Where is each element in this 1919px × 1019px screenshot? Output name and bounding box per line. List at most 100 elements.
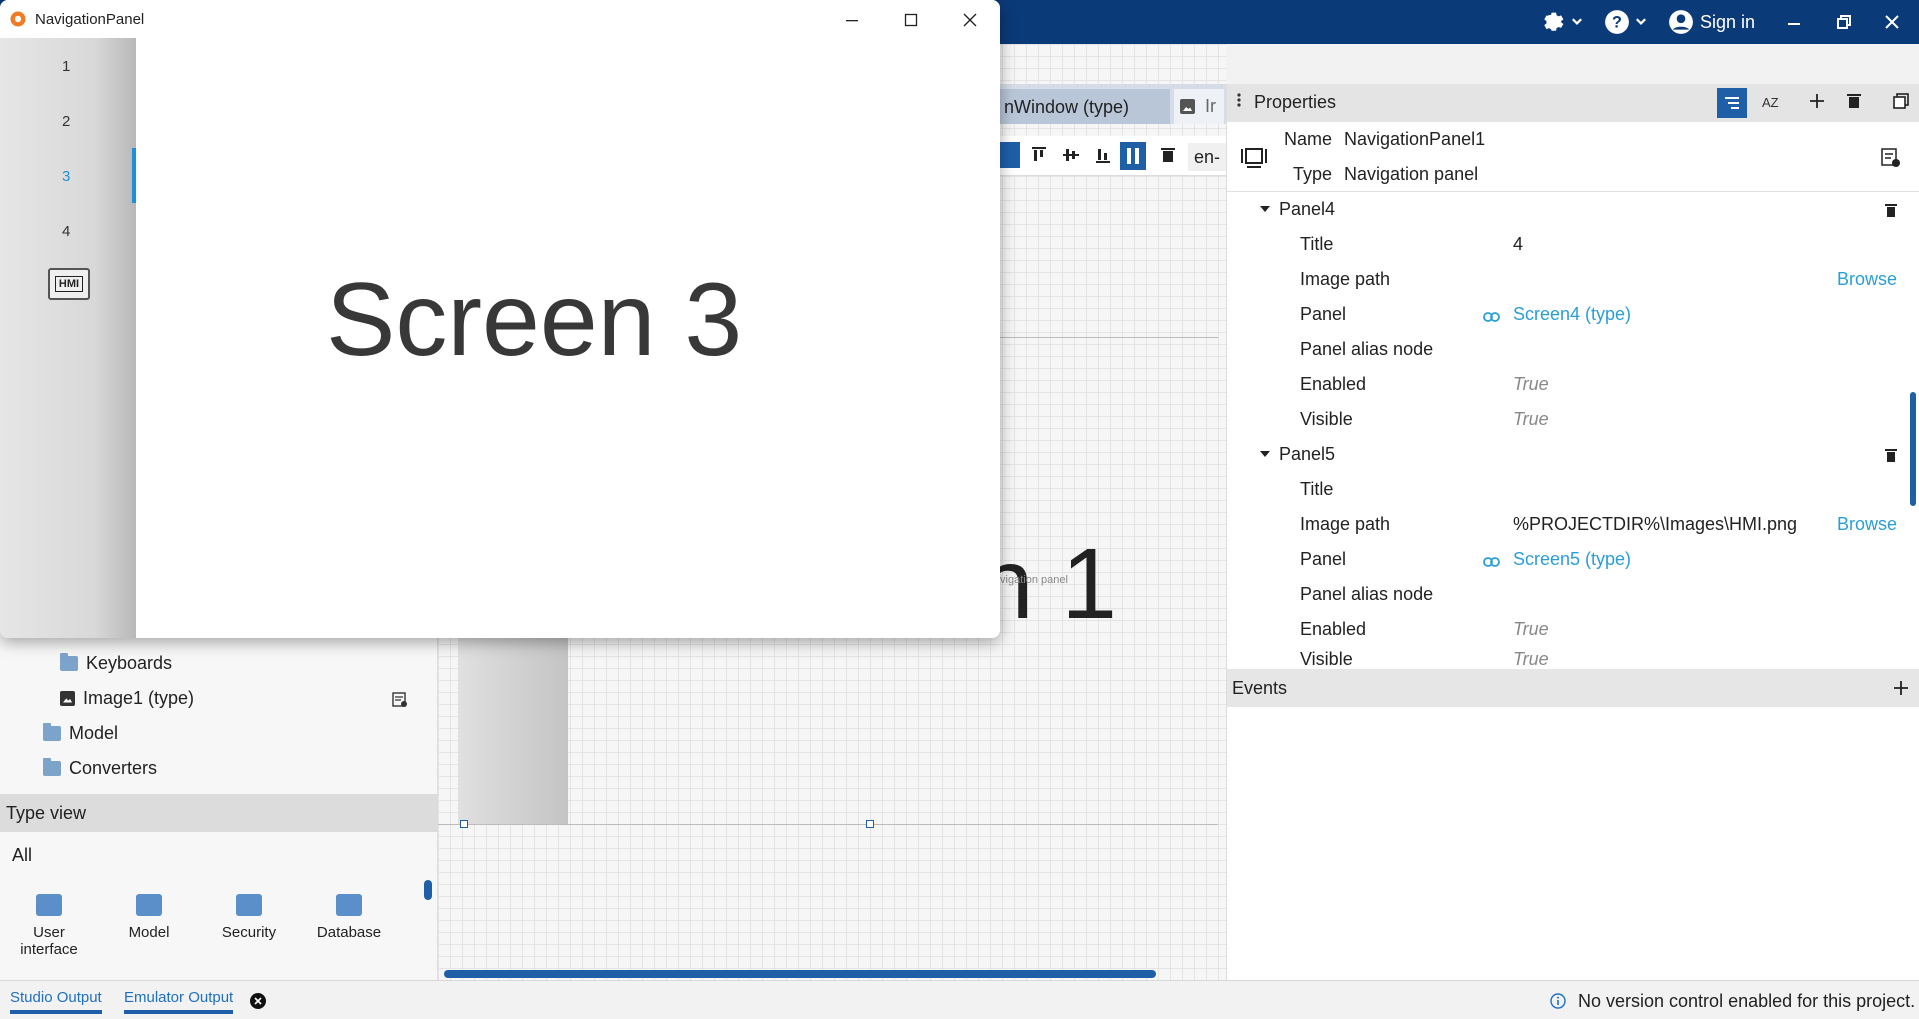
align-middle-button[interactable] — [1062, 146, 1080, 169]
add-event-button[interactable] — [1893, 680, 1909, 701]
nav-item-1[interactable]: 1 — [62, 58, 70, 75]
title-value[interactable]: 4 — [1513, 234, 1523, 255]
type-view-filter[interactable]: All — [12, 845, 32, 866]
nav-item-2[interactable]: 2 — [62, 113, 70, 130]
delete-button[interactable] — [1161, 147, 1175, 168]
close-app-button[interactable] — [1884, 8, 1900, 36]
panel5-image-row: Image path %PROJECTDIR%\Images\HMI.png B… — [1227, 509, 1919, 539]
editor-tab-image[interactable]: Ir — [1174, 89, 1224, 124]
delete-button[interactable] — [1847, 93, 1861, 114]
tree-item-image1[interactable]: Image1 (type) — [60, 683, 194, 713]
image-path-value[interactable]: %PROJECTDIR%\Images\HMI.png — [1513, 514, 1797, 535]
minimize-app-button[interactable] — [1786, 8, 1802, 36]
properties-panel: Properties AZ Name NavigationPanel1 Type… — [1226, 84, 1919, 980]
panel5-header[interactable]: Panel5 — [1259, 439, 1335, 469]
database-folder-icon — [336, 894, 362, 916]
screen-title: Screen 3 — [326, 262, 743, 378]
align-top-button[interactable] — [1030, 146, 1048, 169]
nav-item-4[interactable]: 4 — [62, 223, 70, 240]
app-logo-icon — [10, 11, 26, 32]
type-view-title: Type view — [6, 803, 87, 823]
panel4-visible-row: Visible True — [1227, 404, 1919, 434]
sign-in-button[interactable]: Sign in — [1668, 8, 1755, 36]
nav-item-hmi[interactable]: HMI — [48, 268, 90, 300]
type-view-scrollbar[interactable] — [424, 880, 432, 900]
sort-az-icon: AZ — [1762, 95, 1779, 110]
window-minimize-button[interactable] — [845, 12, 859, 32]
window-close-button[interactable] — [963, 12, 977, 32]
properties-header: Properties AZ — [1227, 84, 1919, 122]
add-button[interactable] — [1809, 93, 1825, 114]
panel4-panel-row: Panel Screen4 (type) — [1227, 299, 1919, 329]
window-title-bar[interactable]: NavigationPanel — [0, 0, 1000, 38]
help-icon: ? — [1605, 10, 1629, 34]
image-icon — [1180, 99, 1195, 114]
stretch-vertical-button[interactable] — [1120, 142, 1146, 170]
events-header[interactable]: Events — [1227, 669, 1919, 707]
window-maximize-button[interactable] — [904, 12, 918, 32]
enabled-value[interactable]: True — [1513, 374, 1549, 395]
tree-item-keyboards[interactable]: Keyboards — [60, 648, 172, 678]
divider — [438, 824, 1218, 825]
locale-selector[interactable]: en- — [1188, 143, 1226, 171]
editor-tab-window[interactable]: nWindow (type) — [1000, 89, 1170, 124]
type-view-header[interactable]: Type view — [0, 794, 438, 832]
navigation-panel-preview[interactable] — [458, 634, 568, 824]
type-model[interactable]: Model — [104, 894, 194, 941]
properties-scrollbar[interactable] — [1910, 392, 1916, 506]
chevron-down-icon — [1636, 18, 1646, 25]
sort-by-category-button[interactable] — [1717, 88, 1747, 118]
drag-handle-icon[interactable] — [1237, 92, 1241, 113]
restore-icon — [1837, 15, 1851, 29]
panel-alias-label: Panel alias node — [1300, 338, 1434, 359]
type-security[interactable]: Security — [204, 894, 294, 941]
navigation-sidebar: 1 2 3 4 HMI — [0, 38, 136, 638]
close-icon — [963, 13, 977, 27]
studio-output-tab[interactable]: Studio Output — [10, 989, 102, 1014]
type-label: Database — [316, 924, 382, 941]
resize-handle[interactable] — [460, 820, 468, 828]
type-database[interactable]: Database — [304, 894, 394, 941]
panel-link-value[interactable]: Screen5 (type) — [1513, 549, 1631, 570]
delete-panel5-button[interactable] — [1885, 447, 1897, 467]
enabled-value[interactable]: True — [1513, 619, 1549, 640]
horizontal-scrollbar[interactable] — [444, 970, 1156, 978]
user-interface-folder-icon — [36, 894, 62, 916]
edit-properties-icon — [1881, 148, 1900, 167]
resize-handle[interactable] — [866, 820, 874, 828]
trash-icon — [1885, 204, 1897, 217]
visible-value[interactable]: True — [1513, 409, 1549, 430]
visible-value[interactable]: True — [1513, 649, 1549, 667]
align-left-button[interactable] — [998, 142, 1020, 168]
panel-link-value[interactable]: Screen4 (type) — [1513, 304, 1631, 325]
name-value[interactable]: NavigationPanel1 — [1344, 129, 1485, 150]
align-bottom-button[interactable] — [1094, 146, 1112, 169]
gear-icon — [1544, 12, 1564, 31]
properties-edit-icon[interactable] — [392, 692, 408, 713]
browse-button[interactable]: Browse — [1837, 514, 1897, 535]
tree-item-model[interactable]: Model — [43, 718, 118, 748]
sort-alpha-button[interactable]: AZ — [1761, 93, 1779, 116]
minimize-icon — [846, 20, 858, 22]
settings-button[interactable] — [1540, 8, 1584, 36]
svg-text:AZ: AZ — [1762, 95, 1779, 110]
nav-item-3[interactable]: 3 — [62, 168, 70, 185]
close-output-button[interactable] — [250, 993, 266, 1014]
tree-item-converters[interactable]: Converters — [43, 753, 157, 783]
panel4-header[interactable]: Panel4 — [1259, 194, 1335, 224]
browse-button[interactable]: Browse — [1837, 269, 1897, 290]
help-button[interactable]: ? — [1604, 8, 1648, 36]
restore-app-button[interactable] — [1836, 8, 1852, 36]
emulator-output-tab[interactable]: Emulator Output — [124, 989, 234, 1014]
edit-properties-button[interactable] — [1881, 148, 1901, 173]
delete-panel4-button[interactable] — [1885, 202, 1897, 222]
model-folder-icon — [43, 722, 61, 741]
plus-icon — [1810, 94, 1824, 108]
svg-text:?: ? — [1612, 13, 1622, 31]
image-icon — [60, 690, 75, 706]
type-user-interface[interactable]: User interface — [4, 894, 94, 958]
type-label: Model — [128, 924, 170, 941]
enabled-label: Enabled — [1300, 373, 1367, 394]
type-label: User interface — [20, 924, 78, 958]
copy-button[interactable] — [1893, 93, 1909, 114]
